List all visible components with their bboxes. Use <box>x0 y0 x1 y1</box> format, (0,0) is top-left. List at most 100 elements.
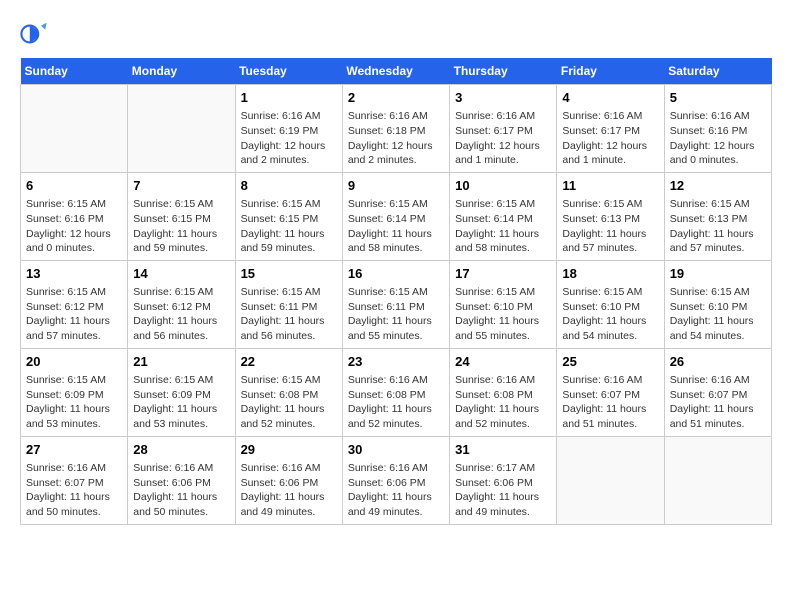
day-info: Sunrise: 6:17 AM Sunset: 6:06 PM Dayligh… <box>455 461 551 520</box>
header-cell-monday: Monday <box>128 58 235 85</box>
calendar-cell: 18 Sunrise: 6:15 AM Sunset: 6:10 PM Dayli… <box>557 260 664 348</box>
day-number: 14 <box>133 265 229 283</box>
day-number: 4 <box>562 89 658 107</box>
day-number: 12 <box>670 177 766 195</box>
day-number: 2 <box>348 89 444 107</box>
calendar-cell: 15Sunrise: 6:15 AM Sunset: 6:11 PM Dayli… <box>235 260 342 348</box>
day-info: Sunrise: 6:15 AM Sunset: 6:13 PM Dayligh… <box>670 197 766 256</box>
day-info: Sunrise: 6:16 AM Sunset: 6:18 PM Dayligh… <box>348 109 444 168</box>
day-number: 30 <box>348 441 444 459</box>
calendar-cell: 30 Sunrise: 6:16 AM Sunset: 6:06 PM Dayli… <box>342 436 449 524</box>
day-info: Sunrise: 6:16 AM Sunset: 6:07 PM Dayligh… <box>670 373 766 432</box>
day-number: 23 <box>348 353 444 371</box>
calendar-cell: 26 Sunrise: 6:16 AM Sunset: 6:07 PM Dayli… <box>664 348 771 436</box>
calendar-body: 1 Sunrise: 6:16 AM Sunset: 6:19 PM Daylig… <box>21 85 772 525</box>
day-info: Sunrise: 6:15 AM Sunset: 6:15 PM Dayligh… <box>133 197 229 256</box>
calendar-cell: 17 Sunrise: 6:15 AM Sunset: 6:10 PM Dayli… <box>450 260 557 348</box>
day-info: Sunrise: 6:16 AM Sunset: 6:17 PM Dayligh… <box>455 109 551 168</box>
day-number: 29 <box>241 441 337 459</box>
day-info: Sunrise: 6:16 AM Sunset: 6:07 PM Dayligh… <box>26 461 122 520</box>
calendar-cell: 12 Sunrise: 6:15 AM Sunset: 6:13 PM Dayli… <box>664 172 771 260</box>
calendar-cell <box>664 436 771 524</box>
calendar-cell: 23Sunrise: 6:16 AM Sunset: 6:08 PM Dayli… <box>342 348 449 436</box>
calendar-cell: 13 Sunrise: 6:15 AM Sunset: 6:12 PM Dayli… <box>21 260 128 348</box>
day-number: 20 <box>26 353 122 371</box>
calendar-cell: 14 Sunrise: 6:15 AM Sunset: 6:12 PM Dayli… <box>128 260 235 348</box>
calendar-cell <box>21 85 128 173</box>
day-info: Sunrise: 6:15 AM Sunset: 6:13 PM Dayligh… <box>562 197 658 256</box>
calendar-cell: 16 Sunrise: 6:15 AM Sunset: 6:11 PM Dayli… <box>342 260 449 348</box>
day-info: Sunrise: 6:16 AM Sunset: 6:16 PM Dayligh… <box>670 109 766 168</box>
day-number: 25 <box>562 353 658 371</box>
calendar-cell <box>128 85 235 173</box>
day-info: Sunrise: 6:15 AM Sunset: 6:08 PM Dayligh… <box>241 373 337 432</box>
day-info: Sunrise: 6:15 AM Sunset: 6:10 PM Dayligh… <box>670 285 766 344</box>
day-number: 10 <box>455 177 551 195</box>
page-header <box>20 20 772 48</box>
day-info: Sunrise: 6:16 AM Sunset: 6:17 PM Dayligh… <box>562 109 658 168</box>
calendar-cell: 7 Sunrise: 6:15 AM Sunset: 6:15 PM Daylig… <box>128 172 235 260</box>
day-number: 22 <box>241 353 337 371</box>
calendar-cell: 19 Sunrise: 6:15 AM Sunset: 6:10 PM Dayli… <box>664 260 771 348</box>
day-number: 1 <box>241 89 337 107</box>
calendar-cell: 2 Sunrise: 6:16 AM Sunset: 6:18 PM Daylig… <box>342 85 449 173</box>
week-row-3: 20 Sunrise: 6:15 AM Sunset: 6:09 PM Dayli… <box>21 348 772 436</box>
calendar-table: SundayMondayTuesdayWednesdayThursdayFrid… <box>20 58 772 525</box>
header-cell-friday: Friday <box>557 58 664 85</box>
day-number: 5 <box>670 89 766 107</box>
day-number: 16 <box>348 265 444 283</box>
week-row-1: 6 Sunrise: 6:15 AM Sunset: 6:16 PM Daylig… <box>21 172 772 260</box>
day-info: Sunrise: 6:15 AM Sunset: 6:14 PM Dayligh… <box>455 197 551 256</box>
day-info: Sunrise: 6:15 AM Sunset: 6:12 PM Dayligh… <box>133 285 229 344</box>
calendar-cell: 31 Sunrise: 6:17 AM Sunset: 6:06 PM Dayli… <box>450 436 557 524</box>
calendar-cell: 3Sunrise: 6:16 AM Sunset: 6:17 PM Daylig… <box>450 85 557 173</box>
week-row-4: 27 Sunrise: 6:16 AM Sunset: 6:07 PM Dayli… <box>21 436 772 524</box>
calendar-cell: 10 Sunrise: 6:15 AM Sunset: 6:14 PM Dayli… <box>450 172 557 260</box>
day-info: Sunrise: 6:16 AM Sunset: 6:06 PM Dayligh… <box>133 461 229 520</box>
calendar-cell: 4 Sunrise: 6:16 AM Sunset: 6:17 PM Daylig… <box>557 85 664 173</box>
day-info: Sunrise: 6:16 AM Sunset: 6:07 PM Dayligh… <box>562 373 658 432</box>
calendar-cell: 21Sunrise: 6:15 AM Sunset: 6:09 PM Dayli… <box>128 348 235 436</box>
day-number: 17 <box>455 265 551 283</box>
calendar-cell <box>557 436 664 524</box>
day-number: 6 <box>26 177 122 195</box>
calendar-cell: 29Sunrise: 6:16 AM Sunset: 6:06 PM Dayli… <box>235 436 342 524</box>
day-info: Sunrise: 6:16 AM Sunset: 6:08 PM Dayligh… <box>455 373 551 432</box>
day-number: 18 <box>562 265 658 283</box>
day-info: Sunrise: 6:15 AM Sunset: 6:15 PM Dayligh… <box>241 197 337 256</box>
calendar-cell: 28Sunrise: 6:16 AM Sunset: 6:06 PM Dayli… <box>128 436 235 524</box>
day-info: Sunrise: 6:15 AM Sunset: 6:09 PM Dayligh… <box>26 373 122 432</box>
day-number: 9 <box>348 177 444 195</box>
day-number: 31 <box>455 441 551 459</box>
week-row-0: 1 Sunrise: 6:16 AM Sunset: 6:19 PM Daylig… <box>21 85 772 173</box>
day-info: Sunrise: 6:15 AM Sunset: 6:10 PM Dayligh… <box>455 285 551 344</box>
calendar-cell: 6 Sunrise: 6:15 AM Sunset: 6:16 PM Daylig… <box>21 172 128 260</box>
day-info: Sunrise: 6:15 AM Sunset: 6:12 PM Dayligh… <box>26 285 122 344</box>
day-info: Sunrise: 6:15 AM Sunset: 6:10 PM Dayligh… <box>562 285 658 344</box>
header-cell-sunday: Sunday <box>21 58 128 85</box>
day-number: 7 <box>133 177 229 195</box>
day-info: Sunrise: 6:16 AM Sunset: 6:06 PM Dayligh… <box>348 461 444 520</box>
calendar-header: SundayMondayTuesdayWednesdayThursdayFrid… <box>21 58 772 85</box>
calendar-cell: 20 Sunrise: 6:15 AM Sunset: 6:09 PM Dayli… <box>21 348 128 436</box>
calendar-cell: 25 Sunrise: 6:16 AM Sunset: 6:07 PM Dayli… <box>557 348 664 436</box>
logo <box>20 20 52 48</box>
day-number: 24 <box>455 353 551 371</box>
day-number: 21 <box>133 353 229 371</box>
day-info: Sunrise: 6:16 AM Sunset: 6:19 PM Dayligh… <box>241 109 337 168</box>
calendar-cell: 27 Sunrise: 6:16 AM Sunset: 6:07 PM Dayli… <box>21 436 128 524</box>
day-number: 19 <box>670 265 766 283</box>
calendar-cell: 24 Sunrise: 6:16 AM Sunset: 6:08 PM Dayli… <box>450 348 557 436</box>
day-number: 27 <box>26 441 122 459</box>
day-info: Sunrise: 6:15 AM Sunset: 6:11 PM Dayligh… <box>348 285 444 344</box>
day-info: Sunrise: 6:15 AM Sunset: 6:16 PM Dayligh… <box>26 197 122 256</box>
day-info: Sunrise: 6:15 AM Sunset: 6:14 PM Dayligh… <box>348 197 444 256</box>
day-number: 13 <box>26 265 122 283</box>
day-number: 26 <box>670 353 766 371</box>
day-number: 11 <box>562 177 658 195</box>
week-row-2: 13 Sunrise: 6:15 AM Sunset: 6:12 PM Dayli… <box>21 260 772 348</box>
calendar-cell: 22 Sunrise: 6:15 AM Sunset: 6:08 PM Dayli… <box>235 348 342 436</box>
header-cell-saturday: Saturday <box>664 58 771 85</box>
header-row: SundayMondayTuesdayWednesdayThursdayFrid… <box>21 58 772 85</box>
day-number: 15 <box>241 265 337 283</box>
